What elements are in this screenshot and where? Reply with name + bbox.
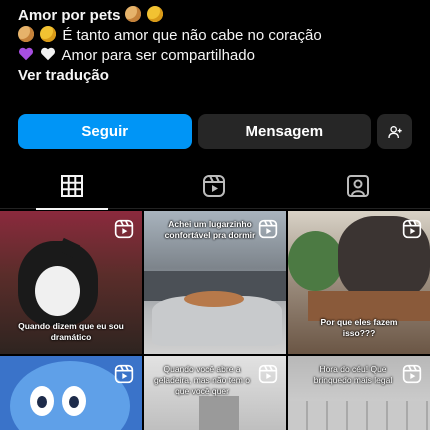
- dog-emoji-icon: [18, 26, 34, 42]
- post-tile[interactable]: [0, 356, 142, 430]
- tab-reels[interactable]: [200, 172, 228, 200]
- post-tile[interactable]: Quando você abre a geladeira, mas não te…: [144, 356, 286, 430]
- post-caption: Achei um lugarzinho confortável pra dorm…: [164, 219, 256, 240]
- post-tile[interactable]: Quando dizem que eu sou dramático: [0, 211, 142, 354]
- bio-line-2-text: É tanto amor que não cabe no coração: [62, 27, 322, 44]
- tab-tagged[interactable]: [344, 172, 372, 200]
- add-person-icon: [387, 125, 402, 138]
- posts-grid: Quando dizem que eu sou dramático Achei …: [0, 211, 430, 430]
- purple-heart-icon: [19, 47, 33, 61]
- bio-line-3: Amor para ser compartilhado: [18, 46, 412, 66]
- reel-icon: [402, 219, 422, 239]
- cat-face: [35, 266, 80, 316]
- white-heart-icon: [41, 47, 56, 61]
- floor-photo: [288, 401, 430, 430]
- profile-tabs: [0, 160, 430, 209]
- profile-actions: Seguir Mensagem: [18, 114, 412, 149]
- cat-emoji-icon: [40, 26, 57, 42]
- reel-icon: [258, 364, 278, 384]
- bio-line-3-text: Amor para ser compartilhado: [61, 47, 255, 64]
- cat-on-car: [184, 291, 244, 307]
- bio-line-2: É tanto amor que não cabe no coração: [18, 26, 412, 46]
- see-translation-link[interactable]: Ver tradução: [18, 66, 412, 86]
- posts-grid-icon: [61, 175, 83, 197]
- suggest-user-button[interactable]: [377, 114, 412, 149]
- reels-icon: [203, 175, 225, 197]
- cat-emoji-icon: [146, 6, 163, 22]
- post-tile[interactable]: Por que eles fazem isso???: [288, 211, 430, 354]
- plant-photo: [288, 231, 343, 291]
- message-button[interactable]: Mensagem: [197, 114, 372, 149]
- post-caption: Hora do céu! Que brinquedo mais legal: [313, 364, 393, 385]
- character-pupil: [37, 396, 47, 408]
- active-tab-indicator: [36, 208, 108, 210]
- profile-bio: Amor por pets É tanto amor que não cabe …: [18, 6, 412, 86]
- reel-icon: [402, 364, 422, 384]
- reel-icon: [114, 364, 134, 384]
- post-tile[interactable]: Achei um lugarzinho confortável pra dorm…: [144, 211, 286, 354]
- dog-emoji-icon: [124, 6, 141, 22]
- tagged-icon: [347, 175, 369, 197]
- post-caption: Quando dizem que eu sou dramático: [18, 321, 124, 342]
- tab-posts[interactable]: [58, 172, 86, 200]
- post-tile[interactable]: Hora do céu! Que brinquedo mais legal: [288, 356, 430, 430]
- bio-title-text: Amor por pets: [18, 7, 121, 24]
- fridge-photo: [199, 396, 239, 430]
- bio-title: Amor por pets: [18, 6, 412, 26]
- reel-icon: [114, 219, 134, 239]
- reel-icon: [258, 219, 278, 239]
- character-pupil: [69, 396, 79, 408]
- post-caption: Quando você abre a geladeira, mas não te…: [154, 364, 250, 396]
- follow-button[interactable]: Seguir: [18, 114, 192, 149]
- post-caption: Por que eles fazem isso???: [320, 317, 398, 338]
